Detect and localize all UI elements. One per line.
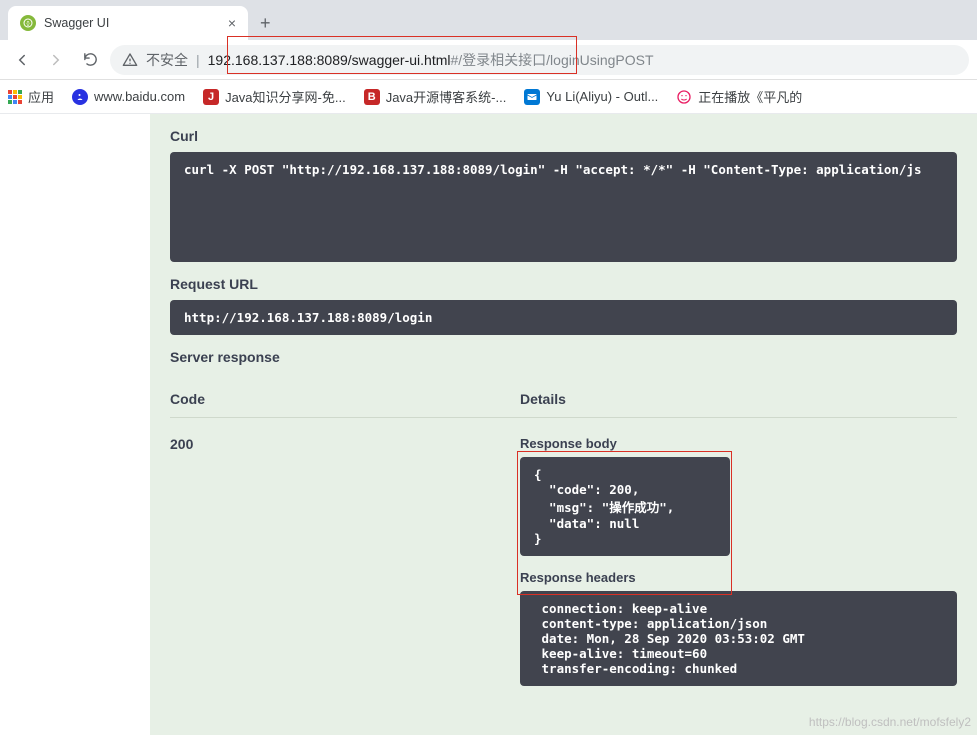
response-body-label: Response body: [520, 436, 957, 451]
request-url-box[interactable]: http://192.168.137.188:8089/login: [170, 300, 957, 335]
bookmark-label: 正在播放《平凡的: [698, 87, 802, 106]
bookmark-playing[interactable]: 正在播放《平凡的: [676, 87, 802, 106]
j-icon: J: [203, 89, 219, 105]
back-button[interactable]: [8, 46, 36, 74]
curl-command-box[interactable]: curl -X POST "http://192.168.137.188:808…: [170, 152, 957, 262]
bookmarks-bar: 应用 www.baidu.com J Java知识分享网-免... B Java…: [0, 80, 977, 114]
request-url-label: Request URL: [170, 262, 957, 300]
reload-button[interactable]: [76, 46, 104, 74]
bookmark-baidu[interactable]: www.baidu.com: [72, 89, 185, 105]
bookmark-java1[interactable]: J Java知识分享网-免...: [203, 87, 346, 106]
bookmark-label: Java知识分享网-免...: [225, 87, 346, 106]
face-icon: [676, 89, 692, 105]
baidu-icon: [72, 89, 88, 105]
status-code: 200: [170, 436, 520, 686]
details-header: Details: [520, 391, 957, 407]
swagger-response-panel: Curl curl -X POST "http://192.168.137.18…: [150, 114, 977, 735]
b-icon: B: [364, 89, 380, 105]
bookmark-label: Yu Li(Aliyu) - Outl...: [546, 89, 658, 104]
tab-title: Swagger UI: [44, 16, 109, 30]
insecure-label: 不安全: [146, 50, 188, 70]
response-headers-label: Response headers: [520, 570, 957, 585]
tab-strip: {} Swagger UI × +: [0, 0, 977, 40]
watermark: https://blog.csdn.net/mofsfely2: [809, 715, 971, 729]
bookmark-java2[interactable]: B Java开源博客系统-...: [364, 87, 507, 106]
url-text: 192.168.137.188:8089/swagger-ui.html#/登录…: [208, 50, 654, 70]
close-icon[interactable]: ×: [228, 15, 236, 31]
separator: |: [196, 52, 200, 68]
response-details: Response body { "code": 200, "msg": "操作成…: [520, 436, 957, 686]
forward-button[interactable]: [42, 46, 70, 74]
browser-toolbar: 不安全 | 192.168.137.188:8089/swagger-ui.ht…: [0, 40, 977, 80]
new-tab-button[interactable]: +: [248, 13, 283, 40]
response-headers-box[interactable]: connection: keep-alive content-type: app…: [520, 591, 957, 686]
response-header-row: Code Details: [170, 381, 957, 418]
response-row: 200 Response body { "code": 200, "msg": …: [170, 418, 957, 686]
browser-tab[interactable]: {} Swagger UI ×: [8, 6, 248, 40]
apps-button[interactable]: 应用: [8, 87, 54, 106]
response-body-box[interactable]: { "code": 200, "msg": "操作成功", "data": nu…: [520, 457, 730, 556]
swagger-favicon: {}: [20, 15, 36, 31]
code-header: Code: [170, 391, 520, 407]
curl-label: Curl: [170, 114, 957, 152]
bookmark-label: www.baidu.com: [94, 89, 185, 104]
page-content: Curl curl -X POST "http://192.168.137.18…: [0, 114, 977, 735]
bookmark-outlook[interactable]: Yu Li(Aliyu) - Outl...: [524, 89, 658, 105]
outlook-icon: [524, 89, 540, 105]
address-bar[interactable]: 不安全 | 192.168.137.188:8089/swagger-ui.ht…: [110, 45, 969, 75]
server-response-label: Server response: [170, 335, 957, 373]
apps-icon: [8, 90, 22, 104]
svg-text:{}: {}: [26, 21, 30, 27]
warning-icon: [122, 52, 138, 68]
response-table: Code Details 200 Response body { "code":…: [170, 381, 957, 686]
apps-label: 应用: [28, 87, 54, 106]
bookmark-label: Java开源博客系统-...: [386, 87, 507, 106]
